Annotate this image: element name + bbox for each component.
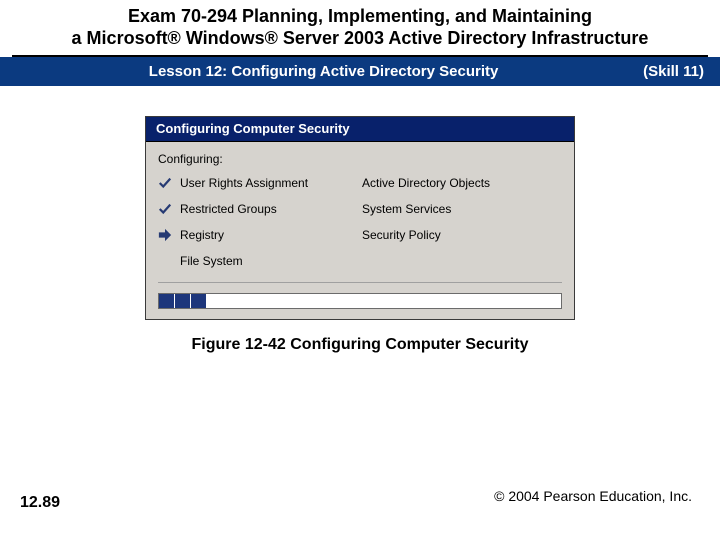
item-label: Active Directory Objects — [362, 176, 522, 190]
blank-icon — [340, 254, 354, 268]
figure-wrap: Configuring Computer Security Configurin… — [0, 116, 720, 320]
slide: Exam 70-294 Planning, Implementing, and … — [0, 0, 720, 540]
blank-icon — [158, 254, 172, 268]
item-label: Restricted Groups — [180, 202, 340, 216]
lesson-title: Lesson 12: Configuring Active Directory … — [16, 63, 631, 80]
progress-segment — [159, 294, 175, 308]
wizard-window: Configuring Computer Security Configurin… — [145, 116, 575, 320]
arrow-right-icon — [158, 228, 172, 242]
check-icon — [158, 202, 172, 216]
item-label: System Services — [362, 202, 522, 216]
title-line-1: Exam 70-294 Planning, Implementing, and … — [20, 6, 700, 28]
lesson-bar: Lesson 12: Configuring Active Directory … — [0, 57, 720, 86]
progress-segment — [175, 294, 191, 308]
item-label: Registry — [180, 228, 340, 242]
blank-icon — [340, 176, 354, 190]
configuring-label: Configuring: — [158, 152, 562, 166]
check-icon — [158, 176, 172, 190]
item-label: User Rights Assignment — [180, 176, 340, 190]
blank-icon — [340, 228, 354, 242]
skill-label: (Skill 11) — [631, 63, 704, 80]
item-label: File System — [180, 254, 340, 268]
wizard-body: Configuring: User Rights Assignment Acti… — [146, 142, 574, 293]
progress-row — [146, 293, 574, 319]
blank-icon — [340, 202, 354, 216]
item-label: Security Policy — [362, 228, 522, 242]
progress-segment — [191, 294, 207, 308]
progress-bar — [158, 293, 562, 309]
figure-caption: Figure 12-42 Configuring Computer Securi… — [0, 336, 720, 354]
wizard-title: Configuring Computer Security — [146, 117, 574, 142]
items-grid: User Rights Assignment Active Directory … — [158, 176, 562, 268]
title-line-2: a Microsoft® Windows® Server 2003 Active… — [20, 28, 700, 50]
title-block: Exam 70-294 Planning, Implementing, and … — [0, 0, 720, 53]
copyright: © 2004 Pearson Education, Inc. — [494, 488, 692, 504]
page-number: 12.89 — [20, 494, 60, 512]
divider — [158, 282, 562, 283]
